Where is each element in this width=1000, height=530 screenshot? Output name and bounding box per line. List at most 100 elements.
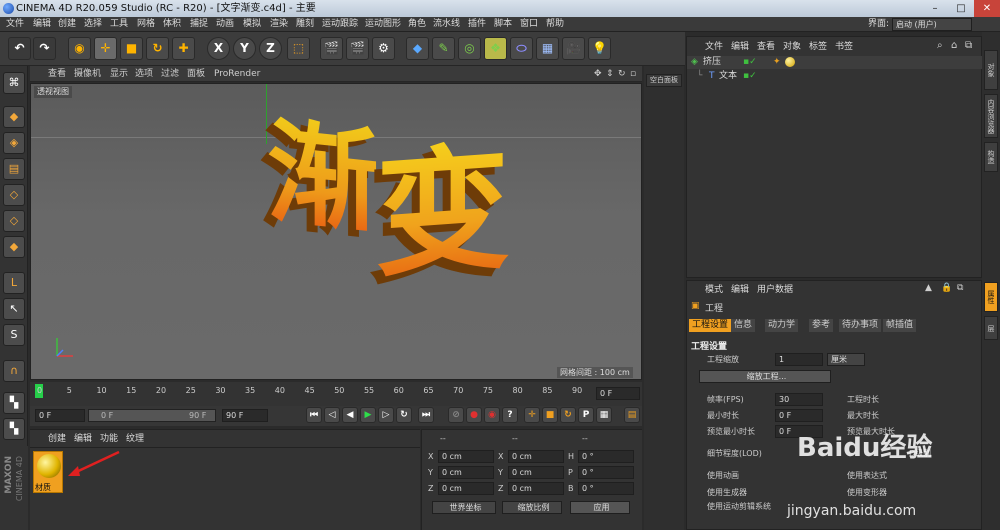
object-row-extrude[interactable]: ◈ 挤压 ▪✓ ✦ bbox=[687, 56, 983, 69]
keyframe-selection-icon[interactable]: ? bbox=[502, 407, 518, 423]
attr-new-icon[interactable]: ⧉ bbox=[957, 283, 963, 293]
menu-simulate[interactable]: 模拟 bbox=[243, 17, 261, 32]
menu-mograph[interactable]: 运动图形 bbox=[365, 17, 401, 32]
material-menu-create[interactable]: 创建 bbox=[48, 432, 66, 447]
coord-position-field[interactable]: 0 cm bbox=[438, 450, 494, 463]
menu-file[interactable]: 文件 bbox=[6, 17, 24, 32]
scale-tool-icon[interactable]: ■ bbox=[120, 37, 143, 60]
end-frame-field[interactable]: 90 F bbox=[222, 409, 268, 422]
start-frame-field[interactable]: 0 F bbox=[35, 409, 85, 422]
material-menu-texture[interactable]: 纹理 bbox=[126, 432, 144, 447]
phong-tag-icon[interactable]: ✦ bbox=[773, 56, 781, 69]
prev-key-icon[interactable]: ◁ bbox=[324, 407, 340, 423]
coord-rotation-field[interactable]: 0 ° bbox=[578, 466, 634, 479]
x-axis-lock-button[interactable]: X bbox=[207, 37, 230, 60]
attr-menu-userdata[interactable]: 用户数据 bbox=[757, 283, 793, 298]
apply-button[interactable]: 应用 bbox=[570, 501, 630, 514]
key-position-icon[interactable]: ✛ bbox=[524, 407, 540, 423]
points-mode-icon[interactable]: ◇ bbox=[3, 184, 25, 206]
obj-menu-edit[interactable]: 编辑 bbox=[731, 40, 749, 55]
coord-size-field[interactable]: 0 cm bbox=[508, 466, 564, 479]
attr-menu-edit[interactable]: 编辑 bbox=[731, 283, 749, 298]
snap-icon[interactable]: S bbox=[3, 324, 25, 346]
menu-character[interactable]: 角色 bbox=[408, 17, 426, 32]
rotate-tool-icon[interactable]: ↻ bbox=[146, 37, 169, 60]
tab-reference[interactable]: 参考 bbox=[809, 319, 834, 332]
menu-snap[interactable]: 捕捉 bbox=[190, 17, 208, 32]
visibility-check-icon[interactable]: ▪✓ bbox=[743, 70, 757, 83]
menu-select[interactable]: 选择 bbox=[84, 17, 102, 32]
tab-key-interpolation[interactable]: 帧插值 bbox=[883, 319, 917, 332]
undo-icon[interactable]: ↶ bbox=[8, 37, 31, 60]
workplane-icon[interactable]: ▤ bbox=[3, 158, 25, 180]
tab-todo[interactable]: 待办事项 bbox=[839, 319, 882, 332]
obj-search-icon[interactable]: ⌕ bbox=[937, 40, 943, 51]
coord-position-field[interactable]: 0 cm bbox=[438, 466, 494, 479]
menu-script[interactable]: 脚本 bbox=[494, 17, 512, 32]
key-rotation-icon[interactable]: ↻ bbox=[560, 407, 576, 423]
render-view-icon[interactable]: 🎬 bbox=[320, 37, 343, 60]
subdivision-icon[interactable]: ◎ bbox=[458, 37, 481, 60]
light-icon[interactable]: 💡 bbox=[588, 37, 611, 60]
empty-panel-tab[interactable]: 空白面板 bbox=[646, 74, 682, 87]
menu-animate[interactable]: 动画 bbox=[216, 17, 234, 32]
coordinate-system-icon[interactable]: ⬚ bbox=[287, 37, 310, 60]
tab-project-settings[interactable]: 工程设置 bbox=[689, 319, 732, 332]
coord-system-select[interactable]: 世界坐标 bbox=[432, 501, 496, 514]
dock-tab-attributes[interactable]: 属性 bbox=[984, 282, 998, 312]
menu-mesh[interactable]: 网格 bbox=[137, 17, 155, 32]
menu-create[interactable]: 创建 bbox=[58, 17, 76, 32]
auto-key-icon[interactable]: ◉ bbox=[484, 407, 500, 423]
key-parameter-icon[interactable]: P bbox=[578, 407, 594, 423]
goto-end-icon[interactable]: ⏭ bbox=[418, 407, 434, 423]
timeline-window-icon[interactable]: ▤ bbox=[624, 407, 640, 423]
attr-field-input[interactable]: 30 bbox=[775, 393, 823, 406]
dock-tab-structure[interactable]: 构造 bbox=[984, 142, 998, 172]
coord-rotation-field[interactable]: 0 ° bbox=[578, 482, 634, 495]
menu-volume[interactable]: 体积 bbox=[163, 17, 181, 32]
obj-menu-bookmarks[interactable]: 书签 bbox=[835, 40, 853, 55]
timeline-end-field[interactable]: 0 F bbox=[596, 387, 640, 400]
tweak-icon[interactable]: ↖ bbox=[3, 298, 25, 320]
record-key-icon[interactable]: ● bbox=[466, 407, 482, 423]
menu-render[interactable]: 渲染 bbox=[270, 17, 288, 32]
last-tool-icon[interactable]: ✚ bbox=[172, 37, 195, 60]
y-axis-lock-button[interactable]: Y bbox=[233, 37, 256, 60]
prev-frame-icon[interactable]: ◀ bbox=[342, 407, 358, 423]
viewport-toggle-icon[interactable]: ▫ bbox=[630, 66, 636, 82]
move-tool-icon[interactable]: ✛ bbox=[94, 37, 117, 60]
menu-edit[interactable]: 编辑 bbox=[33, 17, 51, 32]
edges-mode-icon[interactable]: ◇ bbox=[3, 210, 25, 232]
key-pla-icon[interactable]: ▦ bbox=[596, 407, 612, 423]
viewport-rotate-icon[interactable]: ↻ bbox=[618, 66, 626, 82]
texture-mode-icon[interactable]: ◈ bbox=[3, 132, 25, 154]
attr-menu-mode[interactable]: 模式 bbox=[705, 283, 723, 298]
obj-menu-file[interactable]: 文件 bbox=[705, 40, 723, 55]
material-menu-edit[interactable]: 编辑 bbox=[74, 432, 92, 447]
menu-plugins[interactable]: 插件 bbox=[468, 17, 486, 32]
dock-tab-layers[interactable]: 层 bbox=[984, 316, 998, 340]
material-swatch[interactable]: 材质 bbox=[33, 451, 63, 493]
checker-lock-icon[interactable]: ▚ bbox=[3, 392, 25, 414]
menu-pipeline[interactable]: 流水线 bbox=[433, 17, 460, 32]
goto-start-icon[interactable]: ⏮ bbox=[306, 407, 322, 423]
menu-tools[interactable]: 工具 bbox=[110, 17, 128, 32]
camera-icon[interactable]: 🎥 bbox=[562, 37, 585, 60]
loop-icon[interactable]: ↻ bbox=[396, 407, 412, 423]
menu-window[interactable]: 窗口 bbox=[520, 17, 538, 32]
record-disabled-icon[interactable]: ⊘ bbox=[448, 407, 464, 423]
next-frame-icon[interactable]: ▷ bbox=[378, 407, 394, 423]
obj-home-icon[interactable]: ⌂ bbox=[951, 40, 957, 51]
material-tag-icon[interactable] bbox=[785, 57, 795, 67]
pen-spline-icon[interactable]: ✎ bbox=[432, 37, 455, 60]
tab-dynamics[interactable]: 动力学 bbox=[765, 319, 799, 332]
obj-menu-view[interactable]: 查看 bbox=[757, 40, 775, 55]
close-button[interactable]: ✕ bbox=[974, 0, 1000, 17]
render-picture-viewer-icon[interactable]: 🎬 bbox=[346, 37, 369, 60]
redo-icon[interactable]: ↷ bbox=[33, 37, 56, 60]
tab-info[interactable]: 信息 bbox=[731, 319, 756, 332]
solo-lock-icon[interactable]: ▚ bbox=[3, 418, 25, 440]
render-settings-icon[interactable]: ⚙ bbox=[372, 37, 395, 60]
viewport-menu-camera[interactable]: 摄像机 bbox=[74, 66, 101, 82]
play-icon[interactable]: ▶ bbox=[360, 407, 376, 423]
